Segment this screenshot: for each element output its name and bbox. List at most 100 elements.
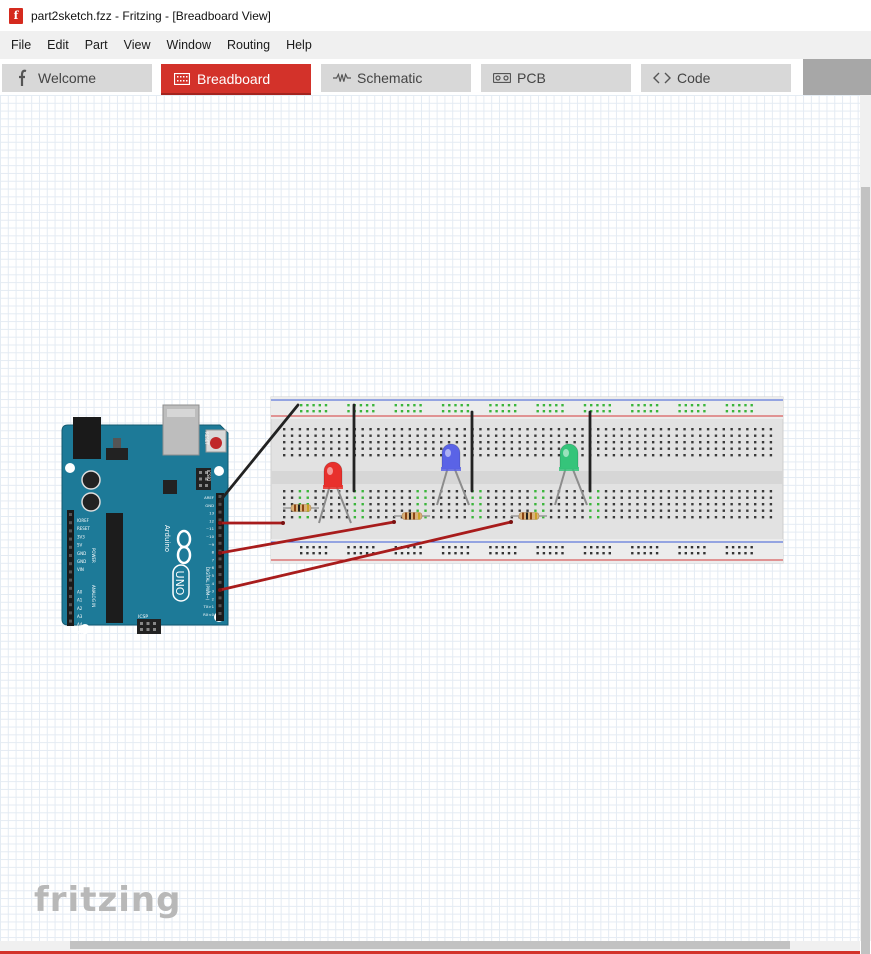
terminal-hole [534, 447, 537, 450]
terminal-hole [400, 496, 404, 499]
icsp-label: ICSP [138, 614, 148, 620]
terminal-hole [706, 516, 710, 519]
terminal-hole [761, 447, 765, 450]
terminal-hole [518, 428, 521, 431]
breadboard-canvas[interactable]: IOREF RESET 3V3 5V GND GND VIN A0 A1 A2 A3 A4 A5 ARE… [0, 95, 860, 941]
terminal-hole [479, 447, 482, 450]
terminal-hole [699, 428, 702, 431]
terminal-hole [651, 503, 655, 506]
menu-bar: File Edit Part View Window Routing Help [0, 31, 871, 59]
rail-hole [407, 410, 410, 413]
terminal-hole [526, 434, 529, 437]
tab-schematic[interactable]: Schematic [321, 64, 471, 92]
right-pin-label: ~9 [208, 542, 214, 547]
terminal-hole [510, 496, 514, 499]
terminal-hole [502, 496, 506, 499]
terminal-hole [534, 509, 537, 512]
rail-hole [583, 404, 587, 407]
tab-pcb[interactable]: PCB [481, 64, 631, 92]
terminal-hole [479, 509, 482, 512]
terminal-hole [518, 454, 521, 457]
terminal-hole [549, 454, 553, 457]
terminal-hole [283, 516, 286, 519]
tab-code[interactable]: Code [641, 64, 791, 92]
terminal-hole [738, 496, 741, 499]
menu-help[interactable]: Help [278, 31, 320, 59]
terminal-hole [283, 490, 286, 493]
terminal-hole [322, 447, 325, 450]
terminal-hole [392, 503, 396, 506]
rail-hole [460, 410, 463, 413]
rail-hole [542, 552, 546, 555]
terminal-hole [392, 434, 396, 437]
terminal-hole [738, 516, 741, 519]
rail-hole [548, 404, 552, 407]
terminal-hole [730, 509, 733, 512]
terminal-hole [754, 441, 757, 444]
tab-label: Breadboard [197, 70, 271, 87]
terminal-hole [675, 516, 678, 519]
menu-part[interactable]: Part [77, 31, 116, 59]
menu-view[interactable]: View [116, 31, 159, 59]
tab-breadboard[interactable]: Breadboard [161, 64, 311, 96]
terminal-hole [369, 490, 372, 493]
terminal-hole [377, 490, 380, 493]
terminal-hole [714, 503, 718, 506]
menu-routing[interactable]: Routing [219, 31, 278, 59]
rail-hole [678, 404, 681, 407]
menu-file[interactable]: File [3, 31, 39, 59]
rail-hole [306, 546, 309, 549]
vertical-scroll-thumb[interactable] [861, 187, 870, 954]
terminal-hole [534, 441, 537, 444]
rail-hole [655, 404, 659, 407]
vertical-scrollbar[interactable] [860, 95, 871, 954]
terminal-hole [494, 516, 498, 519]
terminal-hole [573, 509, 576, 512]
breadboard[interactable] [270, 396, 784, 564]
terminal-hole [557, 447, 561, 450]
rail-hole [678, 552, 681, 555]
terminal-hole [746, 509, 749, 512]
rail-hole [419, 546, 422, 549]
terminal-hole [369, 503, 372, 506]
right-pin-label: GND [205, 503, 214, 508]
terminal-hole [746, 428, 749, 431]
header-pin [69, 611, 72, 615]
terminal-hole [542, 441, 545, 444]
breadboard-icon [173, 72, 191, 85]
terminal-hole [463, 509, 466, 512]
terminal-hole [306, 428, 309, 431]
terminal-hole [769, 447, 773, 450]
horizontal-scrollbar[interactable] [0, 941, 860, 954]
terminal-hole [659, 441, 663, 444]
tab-welcome[interactable]: Welcome [2, 64, 152, 92]
terminal-hole [361, 441, 364, 444]
terminal-hole [612, 516, 616, 519]
terminal-hole [620, 503, 623, 506]
rail-hole [548, 552, 552, 555]
rail-hole [312, 552, 315, 555]
terminal-hole [306, 516, 309, 519]
terminal-hole [298, 447, 302, 450]
terminal-hole [699, 454, 702, 457]
rail-hole [684, 552, 687, 555]
icsp-pin [140, 628, 143, 631]
terminal-hole [526, 496, 529, 499]
terminal-hole [699, 447, 702, 450]
terminal-hole [714, 496, 718, 499]
terminal-hole [738, 434, 741, 437]
header-pin [69, 619, 72, 623]
terminal-hole [738, 447, 741, 450]
wire-endpoint [218, 588, 222, 592]
terminal-hole [322, 428, 325, 431]
left-pin-label: GND [77, 559, 86, 564]
menu-window[interactable]: Window [159, 31, 219, 59]
horizontal-scroll-thumb[interactable] [70, 941, 790, 949]
arduino-uno[interactable]: IOREF RESET 3V3 5V GND GND VIN A0 A1 A2 A3 A4 A5 ARE… [61, 404, 229, 635]
rail-hole [407, 552, 410, 555]
terminal-hole [761, 441, 765, 444]
terminal-hole [447, 441, 451, 444]
terminal-hole [455, 496, 459, 499]
menu-edit[interactable]: Edit [39, 31, 77, 59]
terminal-hole [306, 490, 309, 493]
